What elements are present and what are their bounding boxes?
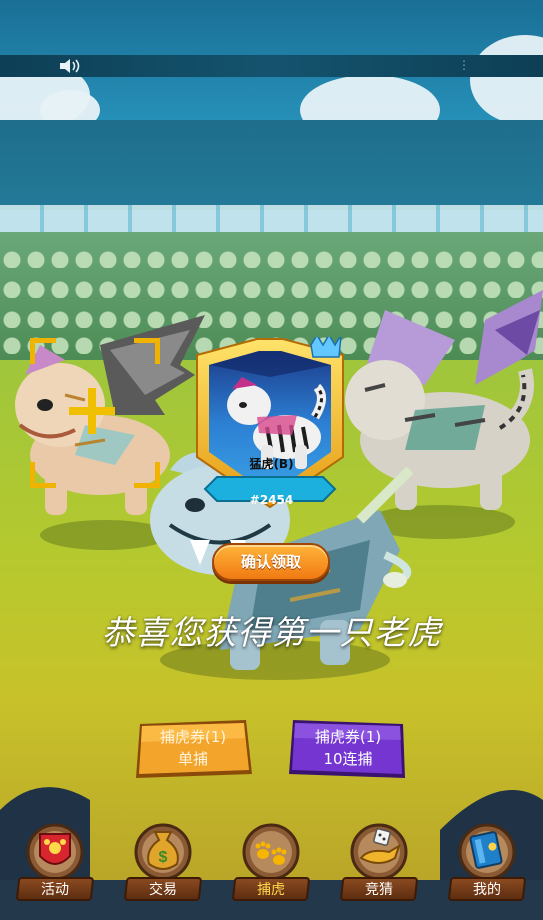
reward-card [196,337,344,509]
single-capture-ticket: 捕虎券(1) [159,728,227,746]
roof-stripe [0,205,543,233]
stadium-roof [0,120,543,210]
svg-text:$: $ [159,849,168,866]
nav-label: 竞猜 [365,882,393,898]
nav-label: 活动 [41,882,69,898]
activity-shield-icon [26,823,84,880]
nav-label: 我的 [473,882,501,898]
money-bag-icon: $ [134,823,192,880]
more-menu-icon[interactable]: ⋮ [458,58,470,72]
ten-capture-ticket: 捕虎券(1) [314,728,382,746]
book-icon [458,823,516,880]
single-capture-label: 单捕 [177,750,208,768]
nav-trade[interactable]: $ 交易 [123,820,203,910]
tiger-id-label: #2454 [249,493,294,507]
nav-label: 捕虎 [257,882,285,898]
ten-capture-label: 10连捕 [323,750,373,768]
tiger-name-label: 猛虎(B) [249,457,294,471]
confirm-claim-button[interactable]: 确认领取 [212,543,330,581]
congrats-message: 恭喜您获得第一只老虎 [101,613,442,652]
paw-prints-icon [242,823,300,880]
nav-mine[interactable]: 我的 [447,820,527,910]
dice-lamp-icon [350,823,408,880]
nav-catch-tiger[interactable]: 捕虎 [231,820,311,910]
nav-activity[interactable]: 活动 [15,820,95,910]
nav-guess[interactable]: 竞猜 [339,820,419,910]
nav-label: 交易 [149,882,177,898]
speaker-icon[interactable] [58,58,82,74]
